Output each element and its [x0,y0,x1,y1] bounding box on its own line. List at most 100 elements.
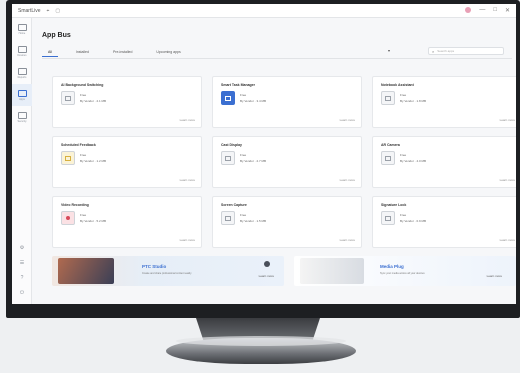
promo-banner[interactable]: Media Plug Sync your media across all yo… [294,256,516,286]
app-name: Screen Capture [221,203,247,207]
app-name: AR Camera [381,143,400,147]
tab-divider [42,58,512,59]
learn-more-link[interactable]: Learn more [500,238,515,242]
sidebar-item-label: Apps [19,97,25,101]
tab-all[interactable]: All [42,48,58,57]
app-card[interactable]: Video Recording Free By Vendor · 5.2 MB … [52,196,202,248]
app-meta: By Vendor · 1.8 MB [400,99,427,103]
app-name: AI Background Switching [61,83,104,87]
promo-banner[interactable]: PTC Studio Create and share professional… [52,256,284,286]
app-meta: By Vendor · 4.0 MB [400,159,427,163]
app-name: Video Recording [61,203,89,207]
avatar[interactable] [465,7,472,13]
tab-bar: All Installed Pre-installed Upcoming app… [42,48,187,57]
app-name: Scheduled Feedback [61,143,96,147]
app-price: Free [400,153,407,157]
app-card[interactable]: Signature Lock Free By Vendor · 0.9 MB L… [372,196,516,248]
learn-more-link[interactable]: Learn more [180,238,195,242]
app-meta: By Vendor · 0.9 MB [400,219,427,223]
search-input[interactable]: Search apps [437,49,454,53]
banner-subtitle: Sync your media across all your devices [380,272,425,275]
tab-upcoming[interactable]: Upcoming apps [150,48,186,57]
banner-cta[interactable]: Learn more [259,274,274,278]
sidebar-item-devices[interactable]: Devices [12,40,32,62]
sidebar-item-home[interactable]: Home [12,18,32,40]
app-meta: By Vendor · 5.2 MB [80,219,107,223]
app-card[interactable]: AI Background Switching Free By Vendor ·… [52,76,202,128]
app-meta: By Vendor · 2.7 MB [240,159,267,163]
app-name: SmartLive [18,7,41,14]
learn-more-link[interactable]: Learn more [340,118,355,122]
maximize-button[interactable]: □ [493,7,497,14]
app-price: Free [80,213,87,217]
menu-icon[interactable]: ☰ [20,260,24,266]
learn-more-link[interactable]: Learn more [340,178,355,182]
sidebar-item-label: Security [17,119,27,123]
sidebar-item-label: Home [18,31,26,35]
window-icon[interactable]: ▢ [55,8,60,14]
window-titlebar: SmartLive ⌖ ▢ — □ ✕ [12,4,516,18]
sidebar-item-security[interactable]: Security [12,106,32,128]
app-name: Smart Task Manager [221,83,255,87]
cast-icon [221,151,235,165]
app-meta: By Vendor · 2.1 MB [80,99,107,103]
settings-icon[interactable]: ⚙ [20,245,24,251]
monitor-screen: SmartLive ⌖ ▢ — □ ✕ Home Devices Reports… [12,4,516,304]
app-card[interactable]: Screen Capture Free By Vendor · 1.5 MB L… [212,196,362,248]
devices-icon [17,45,27,53]
app-card[interactable]: AR Camera Free By Vendor · 4.0 MB Learn … [372,136,516,188]
screen-capture-icon [221,211,235,225]
app-meta: By Vendor · 3.4 MB [240,99,267,103]
shield-icon [17,111,27,119]
feedback-icon [61,151,75,165]
banner-title: PTC Studio [142,264,167,269]
help-icon[interactable]: ? [21,275,24,281]
learn-more-link[interactable]: Learn more [500,118,515,122]
app-price: Free [400,213,407,217]
app-meta: By Vendor · 1.2 MB [80,159,107,163]
sidebar-item-reports[interactable]: Reports [12,62,32,84]
monitor-base-highlight [176,336,346,346]
camera-icon [381,151,395,165]
app-price: Free [240,213,247,217]
main-content: App Bus All Installed Pre-installed Upco… [32,18,516,304]
reports-icon [17,67,27,75]
app-card[interactable]: Notebook Assistant Free By Vendor · 1.8 … [372,76,516,128]
banner-subtitle: Create and share professional content ea… [142,272,192,275]
task-manager-icon [221,91,235,105]
banner-title: Media Plug [380,264,404,269]
sidebar-item-apps[interactable]: Apps [12,84,32,106]
sidebar: Home Devices Reports Apps Security ⚙ ☰ ?… [12,18,32,304]
power-icon[interactable]: ⏻ [20,290,24,296]
learn-more-link[interactable]: Learn more [340,238,355,242]
banner-logo-icon [264,261,270,267]
learn-more-link[interactable]: Learn more [180,118,195,122]
tab-preinstalled[interactable]: Pre-installed [107,48,138,57]
app-meta: By Vendor · 1.5 MB [240,219,267,223]
app-price: Free [240,153,247,157]
sidebar-bottom: ⚙ ☰ ? ⏻ [12,245,32,296]
search-box[interactable]: ⌕ Search apps [428,47,504,55]
sidebar-item-label: Reports [17,75,27,79]
banner-cta[interactable]: Learn more [487,274,502,278]
minimize-button[interactable]: — [479,7,485,14]
learn-more-link[interactable]: Learn more [180,178,195,182]
app-card[interactable]: Scheduled Feedback Free By Vendor · 1.2 … [52,136,202,188]
app-price: Free [80,93,87,97]
sidebar-item-label: Devices [17,53,27,57]
app-price: Free [400,93,407,97]
app-icon [381,91,395,105]
filter-dropdown[interactable]: ▾ [388,48,390,53]
pin-icon[interactable]: ⌖ [47,8,50,14]
home-icon [17,23,27,31]
apps-icon [17,89,27,97]
app-price: Free [240,93,247,97]
app-icon [61,91,75,105]
record-icon [61,211,75,225]
app-card[interactable]: Cast Display Free By Vendor · 2.7 MB Lea… [212,136,362,188]
learn-more-link[interactable]: Learn more [500,178,515,182]
app-card[interactable]: Smart Task Manager Free By Vendor · 3.4 … [212,76,362,128]
tab-installed[interactable]: Installed [70,48,95,57]
close-button[interactable]: ✕ [505,7,510,14]
page-title: App Bus [42,32,71,39]
